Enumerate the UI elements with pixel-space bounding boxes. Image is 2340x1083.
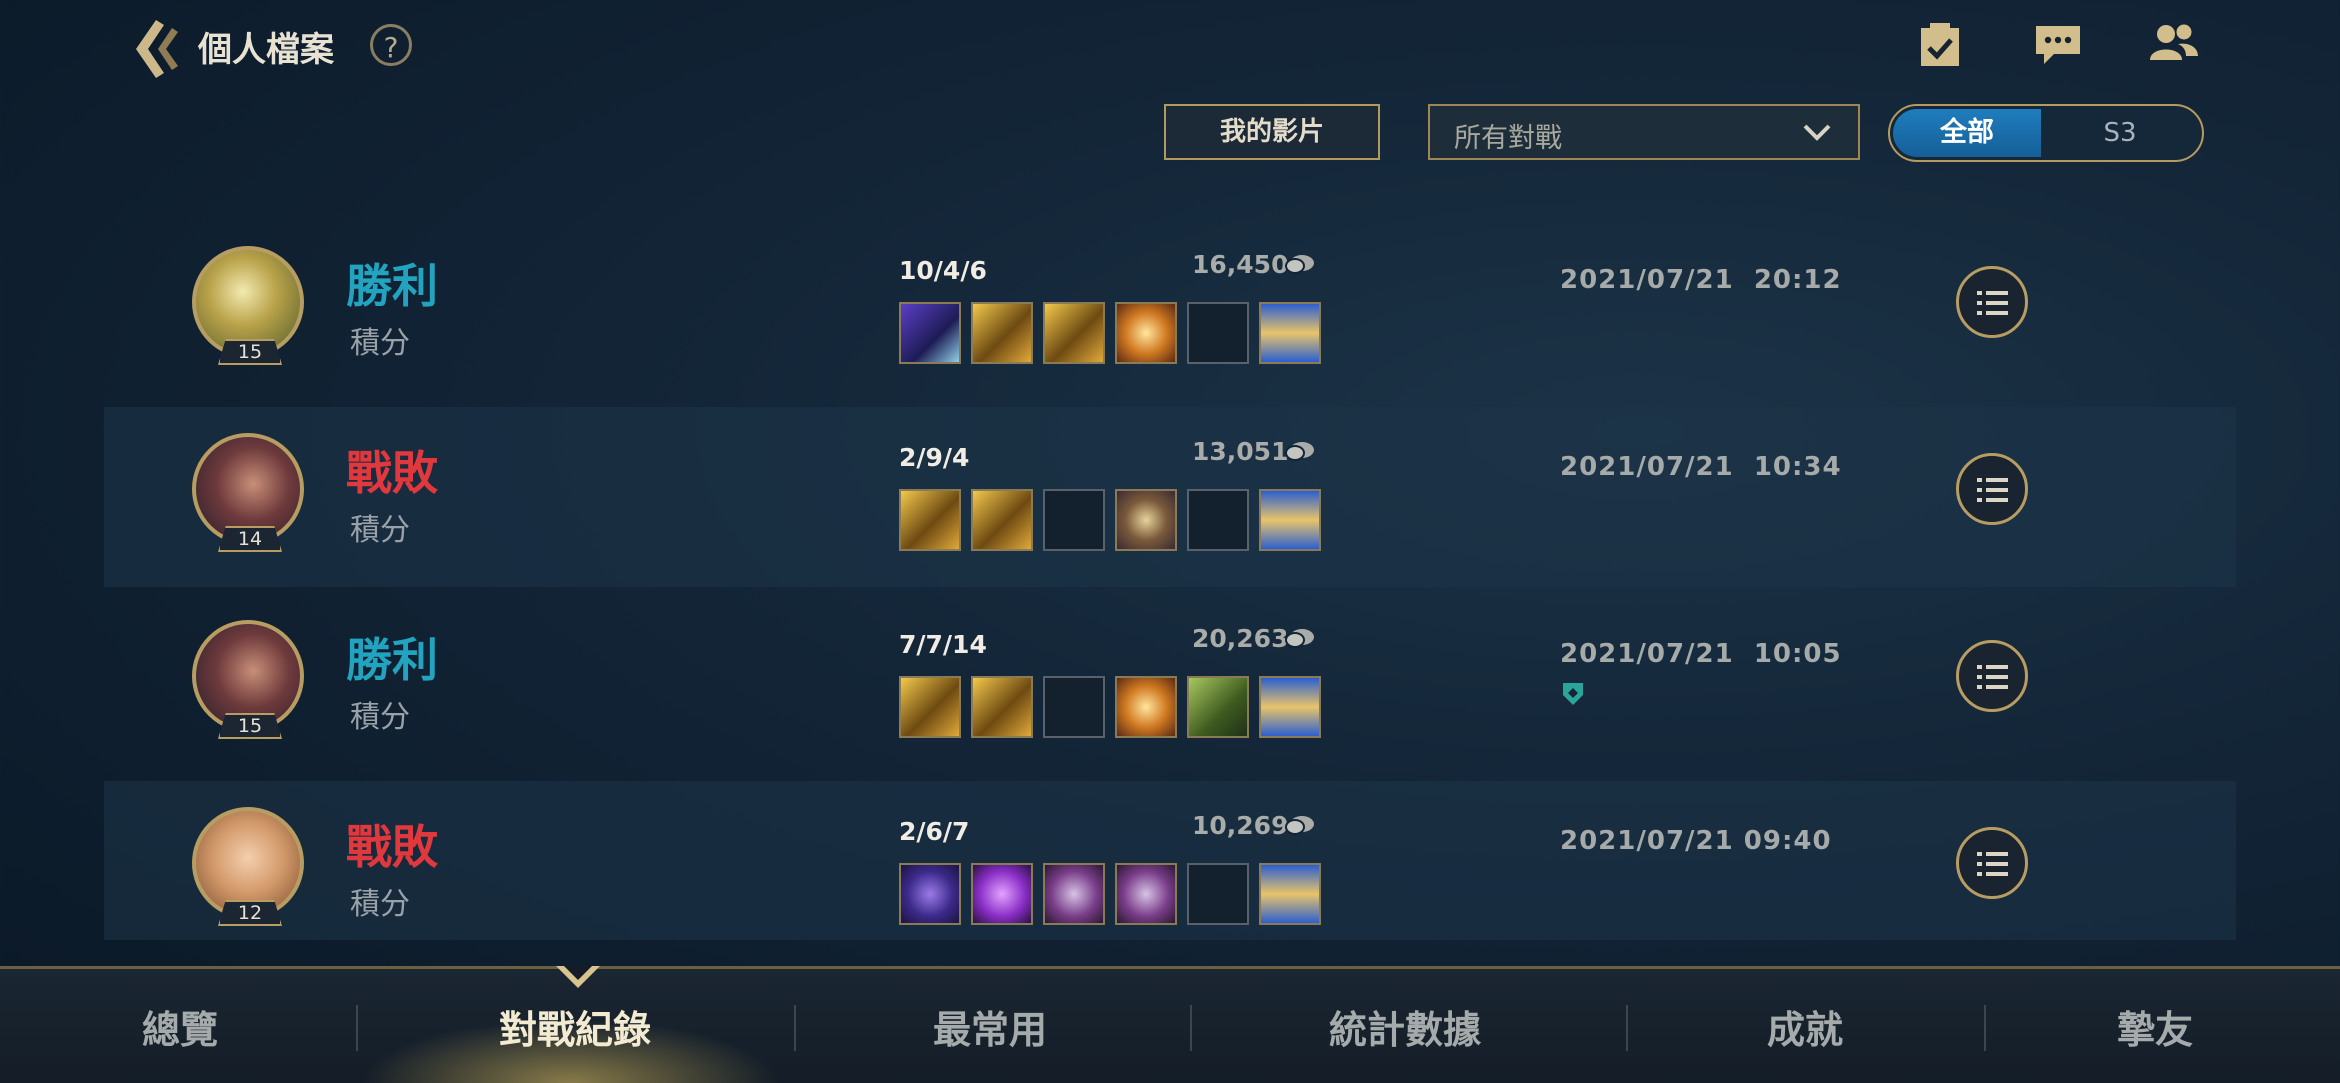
- match-mode: 積分: [350, 700, 410, 735]
- match-date: 2021/07/21 20:12: [1560, 265, 1842, 295]
- bottom-tab-bar: 總覽 對戰紀錄 最常用 統計數據 成就 摯友: [0, 966, 2340, 1083]
- tab-divider: [1984, 1005, 1986, 1051]
- match-details-button[interactable]: [1956, 453, 2028, 525]
- violet-pendant-item-icon[interactable]: [1115, 863, 1177, 925]
- active-tab-indicator-icon: [556, 966, 600, 988]
- page-title: 個人檔案: [198, 30, 334, 70]
- gold-sword-item-icon[interactable]: [899, 676, 961, 738]
- violet-pendant-item-icon[interactable]: [1043, 863, 1105, 925]
- gold-amount: 16,450: [1192, 250, 1289, 279]
- match-date: 2021/07/21 09:40: [1560, 826, 1832, 856]
- gold-sword-item-icon[interactable]: [971, 302, 1033, 364]
- match-row[interactable]: 14 戰敗積分 2/9/4 13,051 2021/07/21 10:34: [104, 407, 2236, 587]
- list-icon: [1977, 665, 2008, 689]
- match-history-list: 15 勝利 積分 10/4/6 16,450 2021/07/21 20:12 14 戰敗 積分…: [104, 220, 2236, 940]
- gold-sword-item-icon[interactable]: [971, 676, 1033, 738]
- empty-item-slot[interactable]: [1187, 863, 1249, 925]
- kda-score: 10/4/6: [899, 256, 987, 285]
- violet-blade-item-icon[interactable]: [899, 302, 961, 364]
- tab-overview[interactable]: 總覽: [110, 999, 250, 1054]
- match-filter-dropdown[interactable]: 所有對戰: [1428, 104, 1860, 160]
- violet-orb-item-icon[interactable]: [899, 863, 961, 925]
- match-row[interactable]: 15 勝利積分 10/4/6 16,450 2021/07/21 20:12: [104, 220, 2236, 400]
- gold-coin-icon: [1285, 816, 1314, 835]
- tab-divider: [794, 1005, 796, 1051]
- gold-amount: 13,051: [1192, 437, 1289, 466]
- match-date: 2021/07/21 10:05: [1560, 639, 1842, 669]
- tab-friends[interactable]: 摯友: [2100, 999, 2210, 1054]
- violet-book-item-icon[interactable]: [971, 863, 1033, 925]
- checklist-icon[interactable]: [1918, 22, 1974, 74]
- hourglass-item-icon[interactable]: [1259, 302, 1321, 364]
- gold-amount: 10,269: [1192, 811, 1289, 840]
- match-result: 戰敗: [346, 820, 438, 874]
- match-result: 勝利: [346, 633, 438, 687]
- match-filter-value: 所有對戰: [1454, 123, 1562, 154]
- gold-sword-item-icon[interactable]: [971, 489, 1033, 551]
- tab-divider: [1190, 1005, 1192, 1051]
- match-details-button[interactable]: [1956, 640, 2028, 712]
- chat-icon[interactable]: [2034, 22, 2090, 74]
- kda-score: 2/9/4: [899, 443, 970, 472]
- empty-item-slot[interactable]: [1043, 489, 1105, 551]
- champion-level-badge: 15: [218, 339, 282, 365]
- gold-coin-icon: [1285, 629, 1314, 648]
- friends-icon[interactable]: [2148, 22, 2204, 74]
- match-result: 戰敗: [346, 446, 438, 500]
- champion-level-badge: 14: [218, 526, 282, 552]
- filter-row: 我的影片 所有對戰 全部 S3: [0, 104, 2340, 164]
- kda-score: 2/6/7: [899, 817, 970, 846]
- match-date: 2021/07/21 10:34: [1560, 452, 1842, 482]
- gold-sword-item-icon[interactable]: [1043, 302, 1105, 364]
- match-mode: 積分: [350, 887, 410, 922]
- tab-achievements[interactable]: 成就: [1750, 999, 1860, 1054]
- champion-level-badge: 12: [218, 900, 282, 926]
- green-claw-item-icon[interactable]: [1187, 676, 1249, 738]
- segment-s3[interactable]: S3: [2042, 109, 2198, 157]
- match-row[interactable]: 12 戰敗積分 2/6/7 10,269 2021/07/21 09:40: [104, 781, 2236, 940]
- gold-coin-icon: [1285, 442, 1314, 461]
- list-icon: [1977, 852, 2008, 876]
- tab-divider: [1626, 1005, 1628, 1051]
- match-result: 勝利: [346, 259, 438, 313]
- my-videos-button[interactable]: 我的影片: [1164, 104, 1380, 160]
- top-bar: 個人檔案 ?: [0, 0, 2340, 100]
- mace-item-icon[interactable]: [1115, 489, 1177, 551]
- help-button[interactable]: ?: [370, 24, 412, 66]
- list-icon: [1977, 478, 2008, 502]
- gold-sword-item-icon[interactable]: [899, 489, 961, 551]
- gold-amount: 20,263: [1192, 624, 1289, 653]
- mvp-shield-icon: [1563, 683, 1583, 705]
- gold-coin-icon: [1285, 255, 1314, 274]
- tab-match-history[interactable]: 對戰紀錄: [470, 999, 680, 1054]
- segment-all[interactable]: 全部: [1893, 109, 2041, 157]
- chevron-down-icon: [1803, 124, 1831, 141]
- match-details-button[interactable]: [1956, 266, 2028, 338]
- gold-wings-item-icon[interactable]: [1115, 302, 1177, 364]
- empty-item-slot[interactable]: [1187, 489, 1249, 551]
- tab-divider: [356, 1005, 358, 1051]
- tab-statistics[interactable]: 統計數據: [1310, 999, 1500, 1054]
- match-mode: 積分: [350, 326, 410, 361]
- gold-wings-item-icon[interactable]: [1115, 676, 1177, 738]
- match-row[interactable]: 15 勝利積分 7/7/14 20,263 2021/07/21 10:05: [104, 594, 2236, 774]
- back-arrow-icon[interactable]: [128, 18, 184, 80]
- hourglass-item-icon[interactable]: [1259, 863, 1321, 925]
- match-mode: 積分: [350, 513, 410, 548]
- empty-item-slot[interactable]: [1043, 676, 1105, 738]
- tab-most-used[interactable]: 最常用: [920, 999, 1060, 1054]
- list-icon: [1977, 291, 2008, 315]
- hourglass-item-icon[interactable]: [1259, 489, 1321, 551]
- champion-level-badge: 15: [218, 713, 282, 739]
- hourglass-item-icon[interactable]: [1259, 676, 1321, 738]
- season-toggle: 全部 S3: [1888, 104, 2204, 162]
- kda-score: 7/7/14: [899, 630, 987, 659]
- empty-item-slot[interactable]: [1187, 302, 1249, 364]
- match-details-button[interactable]: [1956, 827, 2028, 899]
